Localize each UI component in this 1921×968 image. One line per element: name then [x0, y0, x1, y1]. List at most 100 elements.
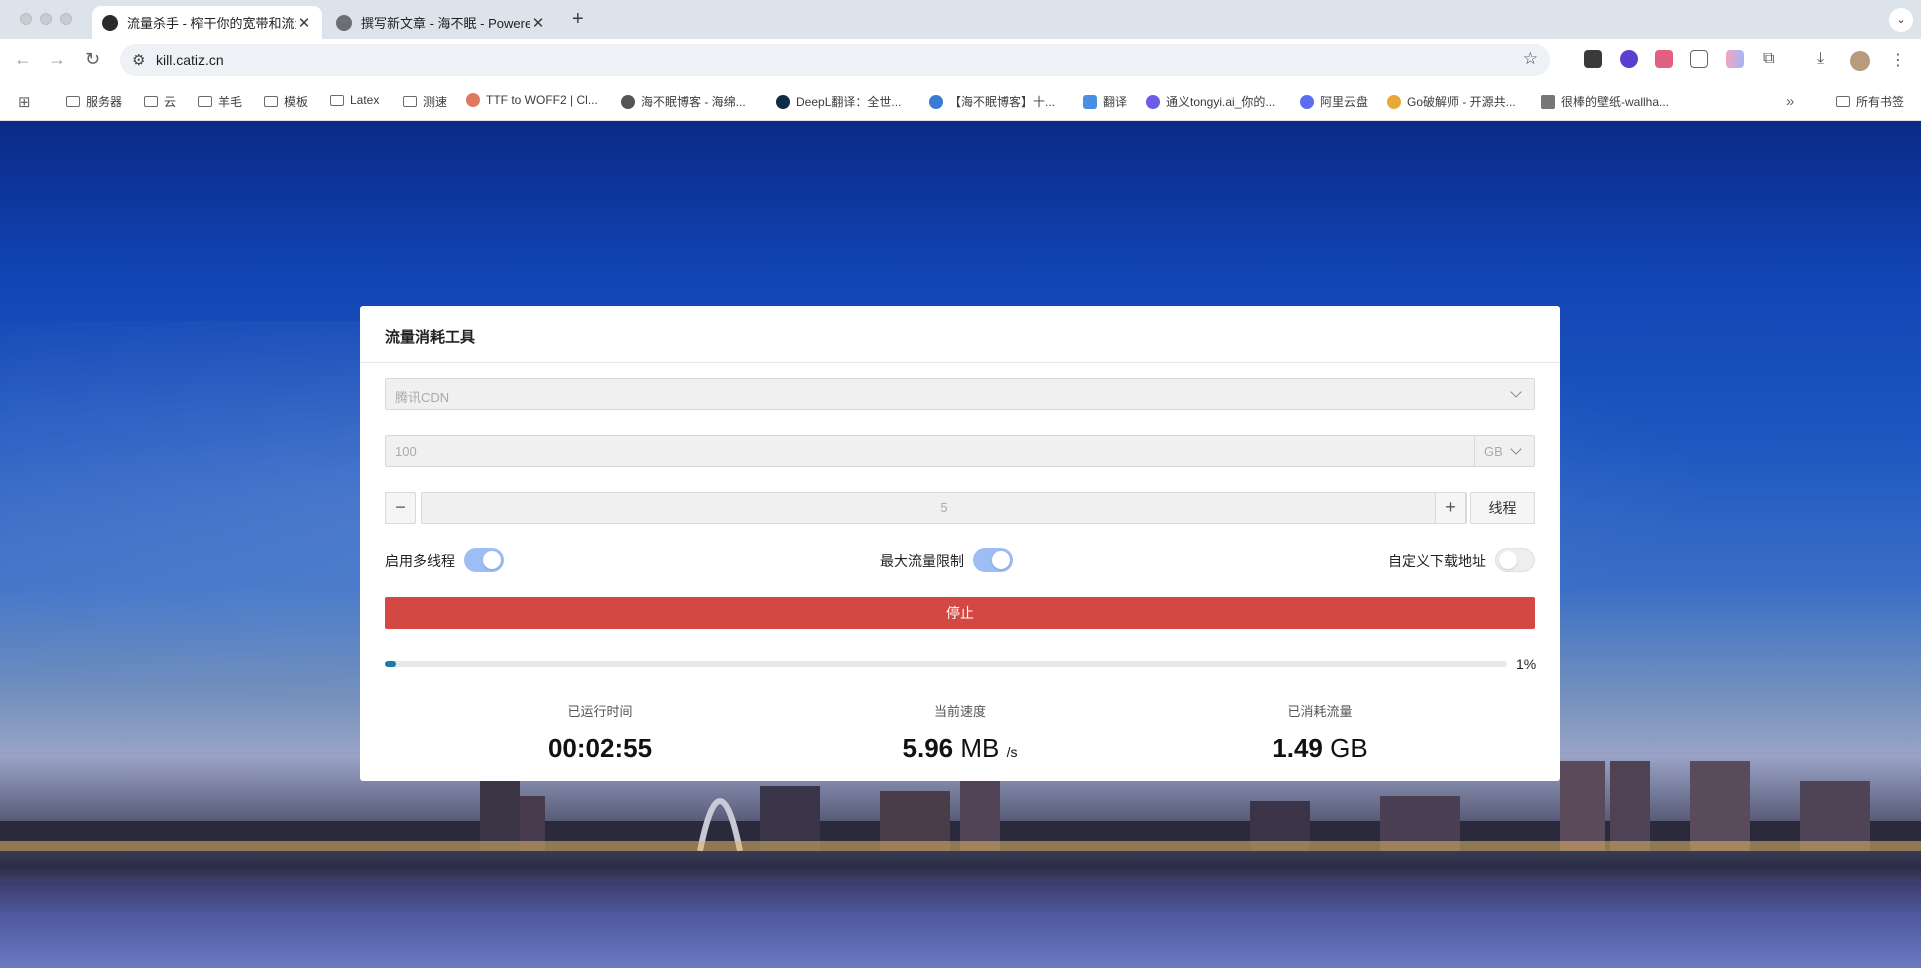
- tab-strip: 流量杀手 - 榨干你的宽带和流量 ✕ 撰写新文章 - 海不眠 - Powered…: [0, 0, 1921, 39]
- card-title: 流量消耗工具: [385, 329, 476, 346]
- bookmark-link[interactable]: TTF to WOFF2 | Cl...: [466, 93, 598, 107]
- thread-count-input[interactable]: 5: [421, 492, 1467, 524]
- tab-write-article[interactable]: 撰写新文章 - 海不眠 - Powered ✕: [326, 6, 556, 39]
- bookmark-link[interactable]: 海不眠博客 - 海绵...: [621, 93, 746, 110]
- bookmark-label: 【海不眠博客】十...: [949, 95, 1056, 109]
- cloud-icon: [466, 93, 480, 107]
- bookmark-link[interactable]: DeepL翻译：全世...: [776, 93, 901, 110]
- menu-dots-icon[interactable]: ⋮: [1890, 50, 1906, 70]
- extension-icon[interactable]: [1726, 50, 1744, 68]
- cdn-select[interactable]: 腾讯CDN: [385, 378, 1535, 410]
- bookmark-label: 服务器: [86, 95, 123, 109]
- multithread-toggle[interactable]: [464, 548, 504, 572]
- window-minimize-dot[interactable]: [40, 13, 52, 25]
- tongyi-icon: [1146, 94, 1160, 109]
- folder-icon: [198, 96, 212, 107]
- bookmark-label: 翻译: [1103, 95, 1128, 109]
- custom-url-toggle[interactable]: [1495, 548, 1535, 572]
- amount-value: 100: [395, 444, 417, 459]
- extension-icon[interactable]: [1584, 50, 1602, 68]
- consumed-value: 1.49 GB: [1170, 733, 1470, 764]
- profile-avatar[interactable]: [1850, 51, 1870, 71]
- multithread-label: 启用多线程: [385, 553, 455, 569]
- bookmark-label: Go破解师 - 开源共...: [1407, 95, 1516, 109]
- bookmark-folder[interactable]: 服务器: [66, 93, 122, 110]
- bookmark-label: DeepL翻译：全世...: [796, 95, 902, 109]
- bookmark-folder[interactable]: 羊毛: [198, 93, 242, 110]
- stop-button[interactable]: 停止: [385, 597, 1535, 629]
- extension-icon[interactable]: [1690, 50, 1708, 68]
- custom-url-label: 自定义下载地址: [1388, 553, 1486, 569]
- river-reflection-image: [0, 881, 1921, 968]
- all-bookmarks-folder[interactable]: 所有书签: [1836, 93, 1904, 110]
- tab-search-button[interactable]: ⌄: [1889, 8, 1913, 32]
- translate-icon: [1083, 94, 1097, 109]
- bookmark-label: TTF to WOFF2 | Cl...: [486, 93, 598, 107]
- bookmark-label: 模板: [284, 95, 309, 109]
- folder-icon: [1836, 96, 1850, 107]
- bookmark-folder[interactable]: 云: [144, 93, 176, 110]
- folder-icon: [144, 96, 158, 107]
- unit-select[interactable]: GB: [1474, 436, 1534, 466]
- progress-fill: [385, 661, 396, 667]
- consumed-stat: 已消耗流量 1.49 GB: [1170, 701, 1470, 764]
- more-bookmarks-button[interactable]: »: [1786, 93, 1794, 110]
- bookmark-folder[interactable]: 模板: [264, 93, 308, 110]
- speed-stat: 当前速度 5.96 MB /s: [810, 701, 1110, 764]
- site-favicon-icon: [1387, 94, 1401, 109]
- bookmark-folder[interactable]: 测速: [403, 93, 447, 110]
- max-traffic-toggle[interactable]: [973, 548, 1013, 572]
- card-header: 流量消耗工具: [360, 306, 1560, 363]
- apps-grid-icon[interactable]: ⊞: [18, 93, 31, 111]
- close-tab-icon[interactable]: ✕: [296, 14, 312, 32]
- speed-per-unit: /s: [1006, 744, 1018, 760]
- window-close-dot[interactable]: [20, 13, 32, 25]
- speed-number: 5.96: [902, 733, 954, 763]
- site-info-icon[interactable]: ⚙: [132, 51, 145, 69]
- toggle-knob: [992, 551, 1010, 569]
- toggle-knob: [483, 551, 501, 569]
- aliyun-drive-icon: [1300, 94, 1314, 109]
- download-icon[interactable]: ⤓: [1817, 50, 1824, 68]
- cdn-select-value: 腾讯CDN: [395, 390, 450, 405]
- bookmark-star-icon[interactable]: ☆: [1523, 49, 1538, 69]
- chevron-down-icon: [1510, 443, 1522, 455]
- bookmark-label: 很棒的壁纸-wallha...: [1561, 95, 1670, 109]
- back-arrow-icon[interactable]: ←: [14, 49, 32, 70]
- new-tab-button[interactable]: +: [572, 8, 584, 31]
- globe-icon: [336, 14, 352, 31]
- bookmark-link[interactable]: 通义tongyi.ai_你的...: [1146, 93, 1275, 110]
- close-tab-icon[interactable]: ✕: [530, 14, 546, 32]
- increase-threads-button[interactable]: +: [1435, 492, 1466, 524]
- extension-icon[interactable]: [1620, 50, 1638, 68]
- bookmark-folder[interactable]: Latex: [330, 93, 379, 107]
- folder-icon: [403, 96, 417, 107]
- bookmark-label: 阿里云盘: [1320, 95, 1369, 109]
- forward-arrow-icon[interactable]: →: [48, 49, 66, 70]
- progress-percent: 1%: [1516, 656, 1537, 672]
- folder-icon: [264, 96, 278, 107]
- bookmarks-bar: ⊞ 服务器 云 羊毛 模板 Latex 测速 TTF to WOFF2 | Cl…: [0, 81, 1921, 121]
- site-favicon-icon: [102, 14, 118, 31]
- bookmark-link[interactable]: 阿里云盘: [1300, 93, 1368, 110]
- extension-icon[interactable]: [1655, 50, 1673, 68]
- amount-input[interactable]: 100 GB: [385, 435, 1535, 467]
- window-zoom-dot[interactable]: [60, 13, 72, 25]
- tab-traffic-killer[interactable]: 流量杀手 - 榨干你的宽带和流量 ✕: [92, 6, 322, 39]
- reload-icon[interactable]: ↻: [85, 49, 100, 70]
- bookmark-link[interactable]: 翻译: [1083, 93, 1127, 110]
- extensions-puzzle-icon[interactable]: ⧉: [1763, 50, 1774, 68]
- bookmark-link[interactable]: Go破解师 - 开源共...: [1387, 93, 1516, 110]
- bookmark-link[interactable]: 很棒的壁纸-wallha...: [1541, 93, 1669, 110]
- decrease-threads-button[interactable]: −: [385, 492, 416, 524]
- runtime-label: 已运行时间: [567, 704, 633, 719]
- bookmark-link[interactable]: 【海不眠博客】十...: [929, 93, 1055, 110]
- speed-label: 当前速度: [933, 704, 986, 719]
- traffic-tool-card: 流量消耗工具 腾讯CDN 100 GB − 5 + 线程 启用多线程 最大流量限…: [360, 306, 1560, 781]
- address-bar[interactable]: ⚙ kill.catiz.cn ☆: [120, 44, 1550, 76]
- site-favicon-icon: [621, 94, 635, 109]
- max-traffic-label: 最大流量限制: [880, 553, 964, 569]
- consumed-unit: GB: [1330, 733, 1368, 763]
- bookmark-label: 海不眠博客 - 海绵...: [641, 95, 746, 109]
- speed-unit: MB: [960, 733, 1000, 763]
